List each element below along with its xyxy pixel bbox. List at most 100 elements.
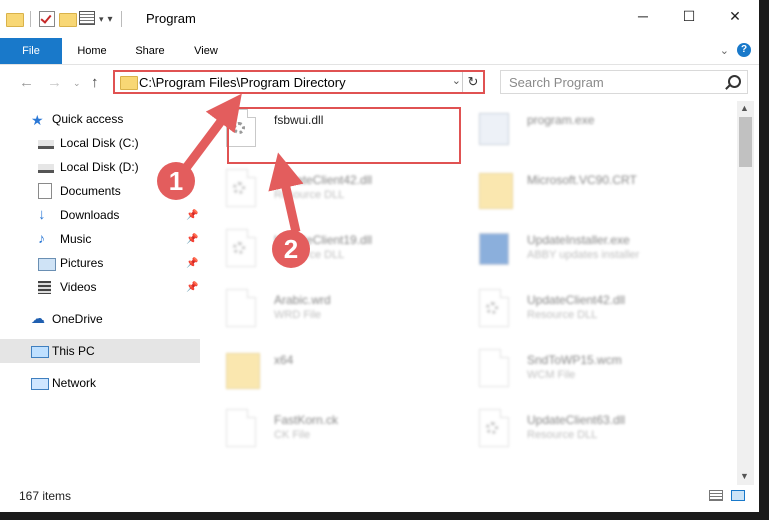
up-arrow-icon[interactable]: ↑: [91, 74, 99, 91]
sidebar-item-this-pc[interactable]: This PC: [0, 339, 200, 363]
star-icon: ★: [31, 112, 44, 128]
scrollbar-thumb[interactable]: [739, 117, 752, 167]
file-item[interactable]: UpdateClient42.dll Resource DLL: [459, 283, 699, 339]
back-arrow-icon[interactable]: ←: [19, 74, 34, 91]
pin-icon[interactable]: 📌: [186, 210, 198, 221]
pin-icon[interactable]: 📌: [186, 258, 198, 269]
customize-toolbar-icon[interactable]: ▾: [108, 14, 113, 25]
tab-view[interactable]: View: [180, 38, 232, 64]
item-count: 167 items: [19, 489, 72, 503]
navigation-pane: ★ Quick access Local Disk (C:) Local Dis…: [0, 101, 206, 485]
file-type: CK File: [274, 429, 311, 441]
divider: [30, 11, 31, 27]
sidebar-item-label: This PC: [52, 344, 95, 358]
sidebar-item-pictures[interactable]: Pictures 📌: [0, 251, 200, 275]
file-item[interactable]: Arabic.wrd WRD File: [206, 283, 446, 339]
file-item[interactable]: UpdateClient19.dll Resource DLL: [206, 223, 446, 279]
address-path: C:\Program Files\Program Directory: [139, 75, 346, 90]
chevron-down-icon[interactable]: ▾: [99, 14, 104, 25]
window-title: Program: [146, 11, 196, 26]
help-icon[interactable]: ?: [737, 43, 751, 57]
sidebar-item-label: Videos: [60, 280, 97, 294]
sidebar-item-videos[interactable]: Videos 📌: [0, 275, 200, 299]
file-name: UpdateInstaller.exe: [527, 233, 630, 247]
chevron-down-icon[interactable]: ⌄: [452, 74, 461, 87]
ribbon-tabs: File Home Share View ⌄ ?: [0, 38, 759, 65]
file-name: x64: [274, 353, 294, 367]
file-name: FastKorn.ck: [274, 413, 339, 427]
details-view-icon[interactable]: [709, 490, 723, 501]
forward-arrow-icon[interactable]: →: [47, 74, 62, 91]
sidebar-item-label: Documents: [60, 184, 121, 198]
new-folder-icon[interactable]: [59, 11, 77, 27]
download-arrow-icon: ↓: [38, 206, 46, 223]
folder-icon[interactable]: [6, 11, 24, 27]
sidebar-item-label: Local Disk (C:): [60, 136, 139, 150]
file-item[interactable]: UpdateClient42.dll Resource DLL: [206, 163, 446, 219]
expand-ribbon-icon[interactable]: ⌄: [720, 44, 729, 57]
sidebar-item-label: Network: [52, 376, 97, 390]
file-item[interactable]: Microsoft.VC90.CRT: [459, 163, 699, 219]
file-name: Microsoft.VC90.CRT: [527, 173, 637, 187]
dll-file-icon: [479, 409, 511, 449]
close-button[interactable]: ✕: [712, 0, 758, 32]
properties-check-icon[interactable]: [39, 11, 55, 27]
network-icon: [31, 378, 49, 390]
file-icon: [479, 349, 511, 389]
step-1-badge: 1: [157, 162, 195, 200]
file-name: program.exe: [527, 113, 595, 127]
address-bar[interactable]: C:\Program Files\Program Directory ⌄ ↻: [113, 70, 485, 94]
step-2-badge: 2: [272, 230, 310, 268]
sidebar-item-label: Quick access: [52, 112, 124, 126]
tab-file[interactable]: File: [0, 38, 62, 64]
tab-share[interactable]: Share: [124, 38, 176, 64]
file-item[interactable]: SndToWP15.wcm WCM File: [459, 343, 699, 399]
sidebar-item-label: OneDrive: [52, 312, 103, 326]
large-icons-view-icon[interactable]: [731, 490, 745, 501]
sidebar-item-label: Local Disk (D:): [60, 160, 139, 174]
pin-icon[interactable]: 📌: [186, 282, 198, 293]
sidebar-item-local-disk-c[interactable]: Local Disk (C:): [0, 131, 200, 155]
sidebar-item-network[interactable]: Network: [0, 371, 200, 395]
file-type: Resource DLL: [274, 189, 345, 201]
tab-home[interactable]: Home: [66, 38, 118, 64]
minimize-button[interactable]: ─: [620, 0, 666, 32]
sidebar-item-onedrive[interactable]: ☁ OneDrive: [0, 307, 200, 331]
folder-icon: [120, 76, 138, 90]
dll-file-icon: [479, 289, 511, 329]
pictures-icon: [38, 258, 56, 271]
pin-icon[interactable]: 📌: [186, 234, 198, 245]
file-item[interactable]: UpdateInstaller.exe ABBY updates install…: [459, 223, 699, 279]
dll-file-icon: [226, 169, 258, 209]
search-input[interactable]: Search Program: [500, 70, 748, 94]
installer-icon: [479, 229, 511, 269]
scroll-up-icon[interactable]: ▲: [740, 103, 749, 113]
sidebar-item-downloads[interactable]: ↓ Downloads 📌: [0, 203, 200, 227]
drive-icon: [38, 140, 54, 149]
title-bar: ▾ ▾ Program ─ ☐ ✕: [0, 0, 759, 38]
file-type: Resource DLL: [527, 309, 598, 321]
sidebar-item-quick-access[interactable]: ★ Quick access: [0, 107, 200, 131]
scroll-down-icon[interactable]: ▼: [740, 471, 749, 481]
drive-icon: [38, 164, 54, 173]
sidebar-item-music[interactable]: ♪ Music 📌: [0, 227, 200, 251]
recent-locations-icon[interactable]: ⌄: [73, 78, 81, 89]
sidebar-item-label: Music: [60, 232, 92, 246]
folder-icon: [479, 169, 513, 209]
file-type: WRD File: [274, 309, 322, 321]
sidebar-item-label: Downloads: [60, 208, 120, 222]
search-icon: [728, 75, 741, 88]
explorer-window: ▾ ▾ Program ─ ☐ ✕ File Home Share View ⌄…: [0, 0, 759, 512]
file-item[interactable]: UpdateClient63.dll Resource DLL: [459, 403, 699, 459]
exe-file-icon: [479, 109, 511, 149]
vertical-scrollbar[interactable]: ▲ ▼: [737, 101, 754, 485]
file-type: Resource DLL: [527, 429, 598, 441]
file-item[interactable]: FastKorn.ck CK File: [206, 403, 446, 459]
refresh-icon[interactable]: ↻: [462, 72, 483, 92]
maximize-button[interactable]: ☐: [666, 0, 712, 32]
file-item[interactable]: x64: [206, 343, 446, 399]
file-name: UpdateClient63.dll: [527, 413, 626, 427]
properties-icon[interactable]: [79, 11, 95, 27]
file-item[interactable]: program.exe: [459, 103, 699, 159]
folder-icon: [226, 349, 260, 389]
